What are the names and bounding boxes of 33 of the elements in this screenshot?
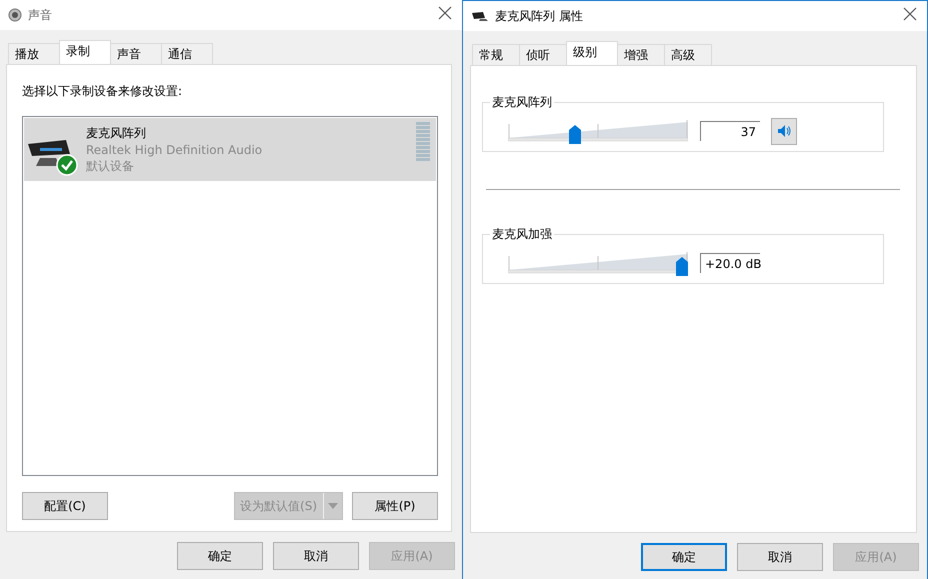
window-title: 麦克风阵列 属性 bbox=[495, 8, 583, 24]
close-icon[interactable] bbox=[438, 6, 452, 20]
window-title: 声音 bbox=[28, 6, 52, 24]
instruction-text: 选择以下录制设备来修改设置: bbox=[22, 83, 182, 100]
group-label: 麦克风阵列 bbox=[491, 94, 553, 111]
slider-thumb[interactable] bbox=[568, 125, 581, 144]
tab[interactable]: 常规 bbox=[472, 44, 520, 65]
caret-icon bbox=[328, 503, 338, 509]
level-field[interactable]: 37 bbox=[700, 121, 760, 141]
slider-track[interactable] bbox=[508, 118, 688, 144]
tab[interactable]: 播放 bbox=[8, 43, 60, 64]
device-driver: Realtek High Definition Audio bbox=[86, 142, 262, 156]
dialog-button[interactable]: 取消 bbox=[737, 543, 823, 571]
group-label: 麦克风加强 bbox=[491, 226, 553, 243]
level-field[interactable]: +20.0 dB bbox=[700, 253, 760, 273]
tab[interactable]: 通信 bbox=[161, 43, 213, 64]
device-item[interactable]: 麦克风阵列 Realtek High Definition Audio 默认设备 bbox=[24, 118, 436, 181]
dialog-button[interactable]: 确定 bbox=[177, 542, 263, 570]
button[interactable]: 属性(P) bbox=[352, 492, 438, 520]
tab[interactable]: 级别 bbox=[566, 41, 618, 65]
microphone-icon bbox=[471, 10, 489, 22]
slider-thumb[interactable] bbox=[676, 257, 688, 276]
slider-track[interactable] bbox=[508, 250, 688, 276]
speaker-button[interactable] bbox=[771, 118, 797, 144]
device-name: 麦克风阵列 bbox=[86, 124, 147, 142]
close-icon[interactable] bbox=[903, 7, 917, 21]
level-meter-icon bbox=[416, 122, 430, 162]
device-status: 默认设备 bbox=[86, 158, 135, 174]
button[interactable]: 配置(C) bbox=[22, 492, 108, 520]
dialog-button[interactable]: 取消 bbox=[273, 542, 359, 570]
dialog-button[interactable]: 确定 bbox=[641, 543, 727, 571]
tab[interactable]: 高级 bbox=[664, 44, 712, 65]
tab[interactable]: 录制 bbox=[59, 40, 111, 64]
